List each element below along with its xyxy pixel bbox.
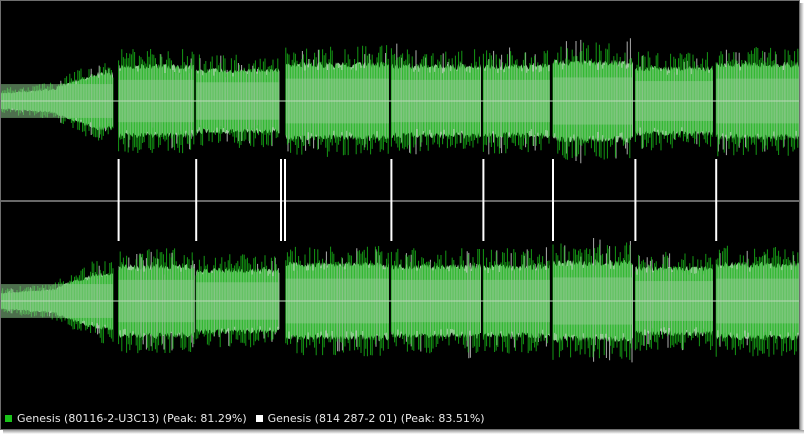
legend-item-track-b: Genesis (814 287-2 01) (Peak: 83.51%) <box>254 411 485 425</box>
legend-item-track-a: Genesis (80116-2-U3C13) (Peak: 81.29%) <box>4 412 247 425</box>
legend-label-track-a: Genesis (80116-2-U3C13) (Peak: 81.29%) <box>17 411 247 425</box>
window-shadow-bottom <box>3 430 804 434</box>
waveform-display[interactable] <box>1 1 800 405</box>
window-shadow-right <box>800 3 804 434</box>
waveform-comparison-window: Genesis (80116-2-U3C13) (Peak: 81.29%) G… <box>0 0 800 430</box>
legend-label-track-b: Genesis (814 287-2 01) (Peak: 83.51%) <box>267 411 485 425</box>
green-square-icon <box>4 413 13 423</box>
white-square-icon <box>254 413 264 423</box>
legend: Genesis (80116-2-U3C13) (Peak: 81.29%) G… <box>4 410 493 426</box>
